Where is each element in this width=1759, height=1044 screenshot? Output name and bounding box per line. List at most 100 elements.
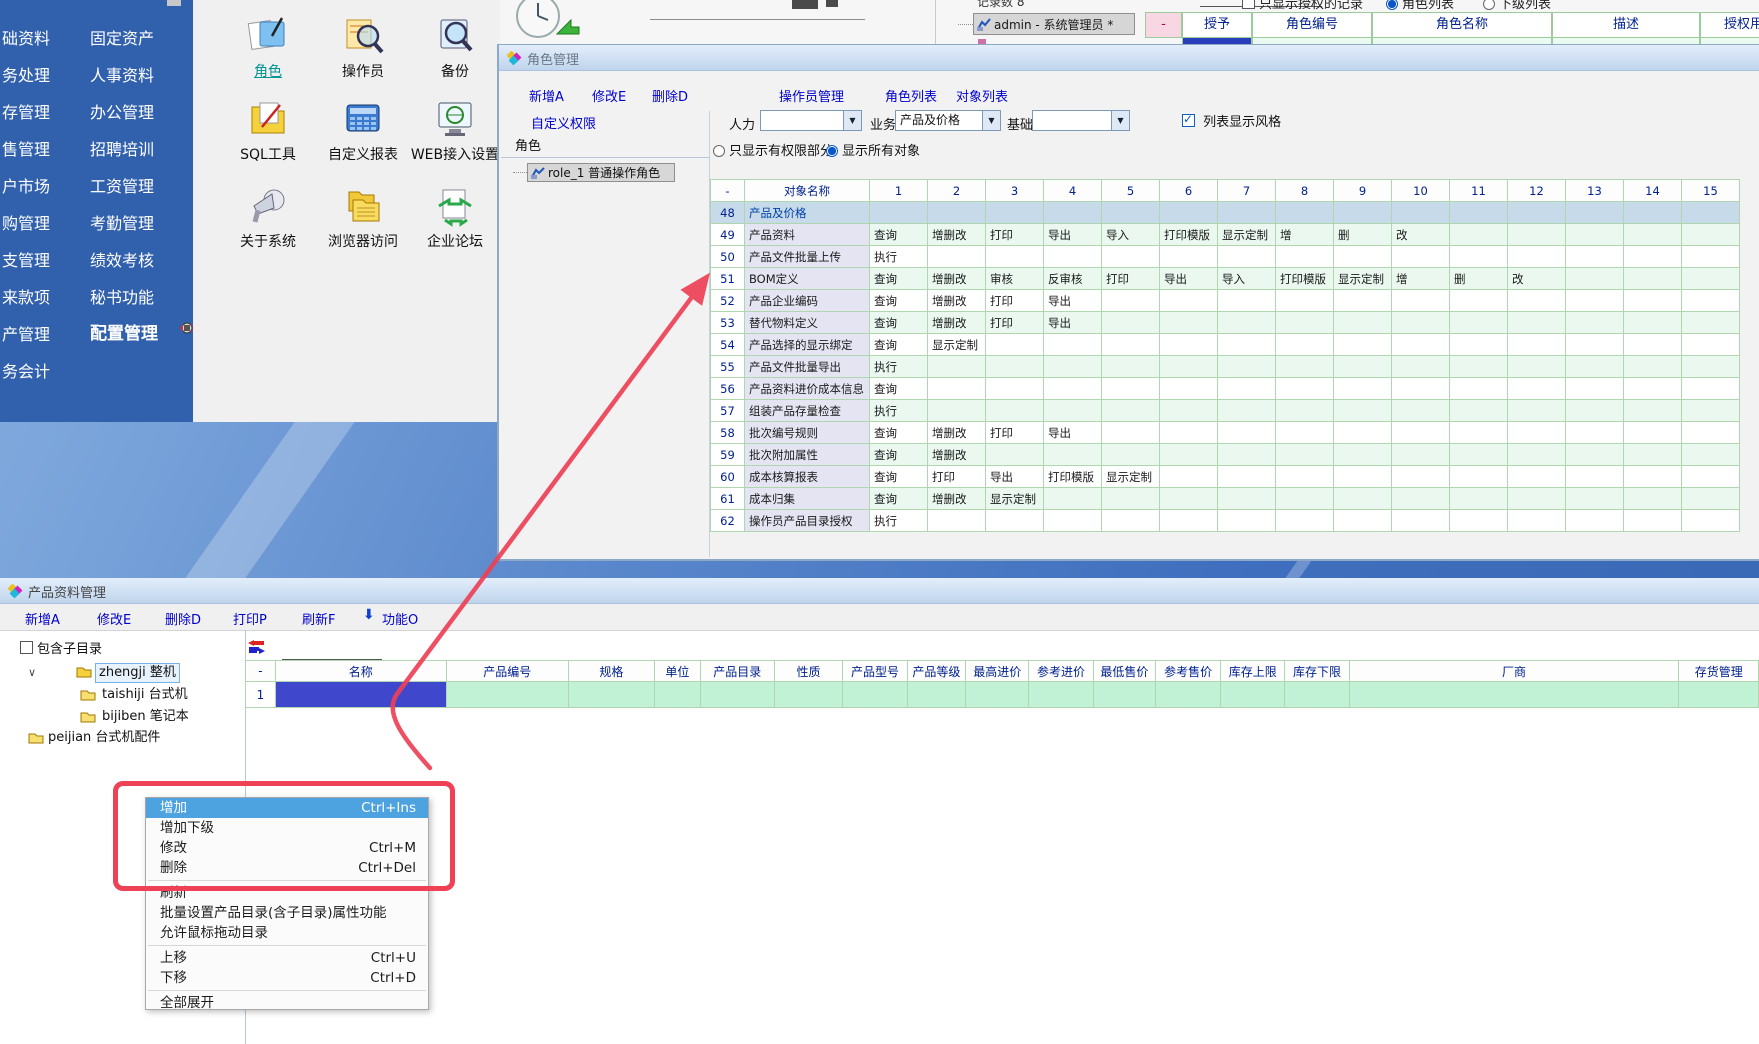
perm-cell[interactable]: 查询: [870, 444, 928, 466]
perm-cell[interactable]: [1334, 334, 1392, 356]
hr-combobox[interactable]: ▼: [760, 110, 862, 131]
perm-cell[interactable]: [1334, 466, 1392, 488]
product-cell[interactable]: [1029, 682, 1093, 708]
role-toolbar-1[interactable]: 修改E: [592, 86, 626, 105]
nav-item-4[interactable]: 户市场: [2, 168, 50, 205]
perm-cell[interactable]: [1624, 246, 1682, 268]
perm-cell[interactable]: [1160, 290, 1218, 312]
perm-cell[interactable]: [1334, 202, 1392, 224]
dropdown-arrow-icon[interactable]: ▼: [1111, 111, 1129, 130]
perm-cell[interactable]: [1508, 312, 1566, 334]
perm-cell[interactable]: [1102, 488, 1160, 510]
tree-item-2[interactable]: bijiben 笔记本: [0, 708, 245, 726]
perm-cell[interactable]: 增删改: [928, 290, 986, 312]
product-window-titlebar[interactable]: 产品资料管理: [0, 578, 1759, 604]
object-name[interactable]: 批次附加属性: [745, 444, 870, 466]
perm-cell[interactable]: [1392, 444, 1450, 466]
perm-cell[interactable]: [1276, 356, 1334, 378]
perm-cell[interactable]: [1566, 422, 1624, 444]
perm-cell[interactable]: [1392, 356, 1450, 378]
perm-cell[interactable]: [1334, 444, 1392, 466]
perm-cell[interactable]: [1682, 202, 1740, 224]
perm-cell[interactable]: 显示定制: [1334, 268, 1392, 290]
perm-cell[interactable]: [1450, 400, 1508, 422]
perm-cell[interactable]: [1160, 202, 1218, 224]
chevron-down-icon[interactable]: ∨: [28, 666, 36, 679]
tree-item-1[interactable]: taishiji 台式机: [0, 686, 245, 704]
perm-cell[interactable]: [1218, 334, 1276, 356]
include-subdirs-checkbox[interactable]: 包含子目录: [20, 638, 102, 657]
object-name[interactable]: 组装产品存量检查: [745, 400, 870, 422]
product-cell[interactable]: [700, 682, 774, 708]
perm-cell[interactable]: [1392, 334, 1450, 356]
perm-cell[interactable]: [1624, 378, 1682, 400]
perm-cell[interactable]: [928, 246, 986, 268]
perm-cell[interactable]: [1218, 488, 1276, 510]
perm-cell[interactable]: [928, 378, 986, 400]
perm-cell[interactable]: [1566, 312, 1624, 334]
perm-cell[interactable]: [1508, 224, 1566, 246]
product-cell[interactable]: [1285, 682, 1349, 708]
product-cell[interactable]: [446, 682, 568, 708]
perm-cell[interactable]: [1276, 400, 1334, 422]
perm-cell[interactable]: 执行: [870, 246, 928, 268]
perm-cell[interactable]: [986, 334, 1044, 356]
perm-cell[interactable]: [986, 378, 1044, 400]
nav-item-3[interactable]: 售管理: [2, 131, 50, 168]
perm-cell[interactable]: [1102, 422, 1160, 444]
perm-cell[interactable]: [870, 202, 928, 224]
perm-cell[interactable]: 增删改: [928, 488, 986, 510]
perm-cell[interactable]: [1682, 466, 1740, 488]
perm-cell[interactable]: [1218, 400, 1276, 422]
perm-cell[interactable]: 查询: [870, 268, 928, 290]
nav-item-0[interactable]: 础资料: [2, 20, 50, 57]
perm-cell[interactable]: [1276, 444, 1334, 466]
perm-cell[interactable]: 显示定制: [1102, 466, 1160, 488]
nav-item-col2-7[interactable]: 秘书功能: [90, 279, 154, 316]
product-cell[interactable]: [1349, 682, 1679, 708]
perm-cell[interactable]: 删: [1334, 224, 1392, 246]
perm-cell[interactable]: [1450, 444, 1508, 466]
nav-item-8[interactable]: 产管理: [2, 316, 50, 353]
perm-cell[interactable]: [1682, 488, 1740, 510]
perm-cell[interactable]: 执行: [870, 510, 928, 532]
object-name[interactable]: 产品文件批量导出: [745, 356, 870, 378]
perm-cell[interactable]: [1450, 378, 1508, 400]
product-toolbar-3[interactable]: 打印P: [233, 609, 267, 628]
perm-cell[interactable]: [1508, 246, 1566, 268]
menu-item-12[interactable]: 全部展开: [146, 993, 428, 1010]
biz-combobox[interactable]: 产品及价格▼: [895, 110, 1001, 131]
perm-cell[interactable]: [1334, 356, 1392, 378]
perm-cell[interactable]: [986, 510, 1044, 532]
perm-cell[interactable]: [1102, 246, 1160, 268]
perm-cell[interactable]: [1624, 510, 1682, 532]
nav-item-6[interactable]: 支管理: [2, 242, 50, 279]
base-combobox[interactable]: ▼: [1032, 110, 1130, 131]
perm-cell[interactable]: 打印: [986, 290, 1044, 312]
perm-cell[interactable]: 导出: [986, 466, 1044, 488]
nav-item-2[interactable]: 存管理: [2, 94, 50, 131]
perm-cell[interactable]: [1160, 334, 1218, 356]
perm-cell[interactable]: [1566, 290, 1624, 312]
radio-only-permitted[interactable]: 只显示有权限部分: [713, 140, 833, 159]
perm-cell[interactable]: [1450, 312, 1508, 334]
perm-cell[interactable]: [1392, 488, 1450, 510]
perm-cell[interactable]: [1218, 444, 1276, 466]
perm-cell[interactable]: [1566, 488, 1624, 510]
perm-cell[interactable]: 查询: [870, 290, 928, 312]
menu-item-2[interactable]: 修改Ctrl+M: [146, 838, 428, 858]
product-cell[interactable]: [774, 682, 843, 708]
perm-cell[interactable]: [1624, 202, 1682, 224]
perm-cell[interactable]: [1218, 312, 1276, 334]
perm-cell[interactable]: [1334, 400, 1392, 422]
perm-cell[interactable]: [1682, 422, 1740, 444]
perm-cell[interactable]: 执行: [870, 356, 928, 378]
perm-cell[interactable]: 删: [1450, 268, 1508, 290]
menu-item-1[interactable]: 增加下级: [146, 818, 428, 838]
perm-cell[interactable]: [1334, 312, 1392, 334]
perm-cell[interactable]: [1508, 334, 1566, 356]
object-name[interactable]: 产品选择的显示绑定: [745, 334, 870, 356]
perm-cell[interactable]: [1450, 224, 1508, 246]
perm-cell[interactable]: [928, 356, 986, 378]
perm-cell[interactable]: [1450, 510, 1508, 532]
